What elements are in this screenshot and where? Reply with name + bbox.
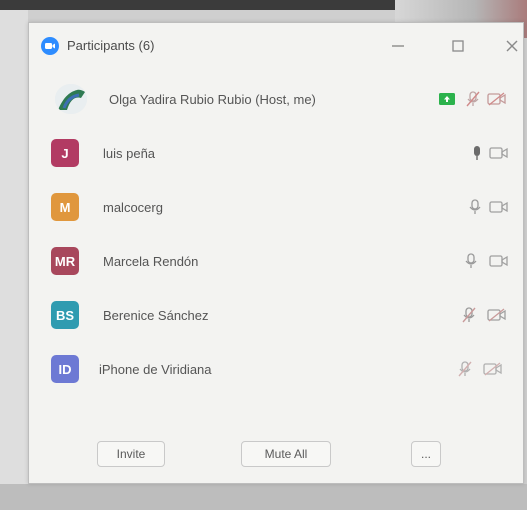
mute-all-button[interactable]: Mute All: [241, 441, 331, 467]
close-button[interactable]: [497, 33, 527, 59]
avatar: M: [51, 193, 79, 221]
close-icon: [506, 40, 518, 52]
video-off-icon[interactable]: [487, 305, 507, 325]
maximize-button[interactable]: [443, 33, 473, 59]
mic-icon[interactable]: [465, 197, 485, 217]
participant-name: Berenice Sánchez: [103, 307, 209, 323]
video-off-icon[interactable]: [489, 251, 509, 271]
participant-name: iPhone de Viridiana: [99, 361, 212, 377]
participant-row[interactable]: ID iPhone de Viridiana: [29, 349, 523, 389]
video-off-icon[interactable]: [489, 143, 509, 163]
background-bottom: [0, 484, 527, 510]
avatar: BS: [51, 301, 79, 329]
avatar: [55, 84, 87, 114]
invite-button[interactable]: Invite: [97, 441, 165, 467]
maximize-icon: [452, 40, 464, 52]
more-options-button[interactable]: ...: [411, 441, 441, 467]
zoom-logo-icon: [41, 37, 59, 55]
avatar: MR: [51, 247, 79, 275]
participants-window: Participants (6) Olga Yadira Rubio Rubio…: [28, 22, 524, 484]
window-title: Participants (6): [67, 38, 155, 53]
avatar: J: [51, 139, 79, 167]
participants-footer: Invite Mute All ...: [29, 435, 523, 475]
mic-muted-icon[interactable]: [459, 305, 479, 325]
participant-name: malcocerg: [103, 199, 163, 215]
participant-name: Olga Yadira Rubio Rubio (Host, me): [109, 91, 316, 107]
video-off-icon[interactable]: [489, 197, 509, 217]
participant-row[interactable]: MR Marcela Rendón: [29, 241, 523, 281]
title-bar: Participants (6): [29, 23, 523, 67]
mic-icon[interactable]: [467, 143, 487, 163]
mic-icon[interactable]: [461, 251, 481, 271]
participant-name: luis peña: [103, 145, 156, 161]
participant-row[interactable]: Olga Yadira Rubio Rubio (Host, me): [29, 79, 523, 119]
video-off-icon[interactable]: [487, 89, 507, 109]
minimize-icon: [392, 45, 404, 47]
background-left: [0, 10, 28, 510]
minimize-button[interactable]: [383, 33, 413, 59]
avatar: ID: [51, 355, 79, 383]
mic-muted-icon[interactable]: [463, 89, 483, 109]
participant-row[interactable]: M malcocerg: [29, 187, 523, 227]
participant-row[interactable]: BS Berenice Sánchez: [29, 295, 523, 335]
share-screen-icon: [437, 89, 457, 109]
participant-name: Marcela Rendón: [103, 253, 199, 269]
participant-row[interactable]: J luis peña: [29, 133, 523, 173]
video-off-icon[interactable]: [483, 359, 503, 379]
mic-muted-icon[interactable]: [455, 359, 475, 379]
